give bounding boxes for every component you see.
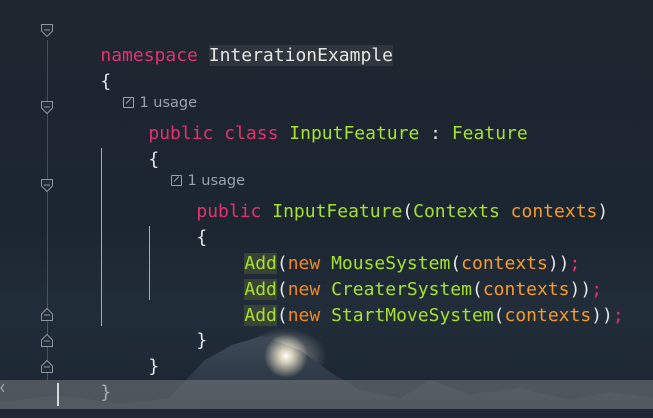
colon: :	[430, 123, 441, 144]
open-paren: (	[276, 305, 288, 326]
usage-hint-class[interactable]: 1 usage	[105, 73, 197, 111]
code-line-brace[interactable]: }	[153, 302, 207, 351]
code-line-brace[interactable]: }	[105, 328, 159, 377]
method-add[interactable]: Add	[244, 305, 277, 326]
open-paren: (	[402, 201, 414, 222]
gutter-fold-line	[47, 40, 48, 380]
code-line-namespace[interactable]: namespace InterationExample	[57, 17, 393, 66]
parameter-name[interactable]: contexts	[511, 201, 598, 222]
code-editor[interactable]: namespace InterationExample { 1 usage pu…	[0, 0, 653, 418]
constructor-name[interactable]: InputFeature	[272, 201, 402, 222]
fold-marker-icon[interactable]	[41, 101, 53, 114]
code-line-brace[interactable]: {	[57, 43, 111, 92]
keyword-namespace: namespace	[100, 45, 198, 66]
open-paren: (	[493, 305, 505, 326]
close-parens: ))	[591, 305, 613, 326]
code-line-constructor[interactable]: public InputFeature(Contexts contexts)	[153, 173, 608, 222]
fold-end-marker-icon[interactable]	[41, 360, 53, 373]
parameter-type[interactable]: Contexts	[413, 201, 500, 222]
argument[interactable]: contexts	[504, 305, 591, 326]
indent-guide	[149, 226, 150, 300]
semicolon: ;	[612, 305, 624, 326]
base-class-name[interactable]: Feature	[452, 123, 528, 144]
code-line-add-creater-system[interactable]: Add(new CreaterSystem(contexts));	[201, 251, 602, 300]
close-brace: }	[196, 330, 208, 351]
breakpoint-margin-icon[interactable]	[0, 383, 4, 393]
fold-marker-icon[interactable]	[41, 24, 53, 37]
namespace-name[interactable]: InterationExample	[208, 45, 393, 66]
current-line-highlight[interactable]	[0, 380, 653, 409]
fold-marker-icon[interactable]	[41, 179, 53, 192]
class-name[interactable]: InputFeature	[289, 123, 419, 144]
text-caret	[57, 383, 59, 406]
keyword-class: class	[224, 123, 279, 144]
indent-guide	[101, 148, 102, 326]
bottom-strip	[0, 409, 653, 418]
code-line-brace[interactable]: {	[105, 121, 159, 170]
code-line-brace[interactable]: }	[57, 354, 111, 403]
close-paren: )	[597, 201, 609, 222]
code-line-class-declaration[interactable]: public class InputFeature : Feature	[105, 95, 527, 144]
system-type[interactable]: StartMoveSystem	[331, 305, 494, 326]
code-line-brace[interactable]: {	[153, 199, 207, 248]
fold-end-marker-icon[interactable]	[41, 308, 53, 321]
keyword-new: new	[287, 305, 321, 326]
usage-hint-constructor[interactable]: 1 usage	[153, 151, 245, 189]
close-brace: }	[148, 356, 160, 377]
code-line-add-start-move-system[interactable]: Add(new StartMoveSystem(contexts));	[201, 277, 624, 326]
fold-end-marker-icon[interactable]	[41, 334, 53, 347]
code-line-add-mouse-system[interactable]: Add(new MouseSystem(contexts));	[201, 225, 580, 274]
